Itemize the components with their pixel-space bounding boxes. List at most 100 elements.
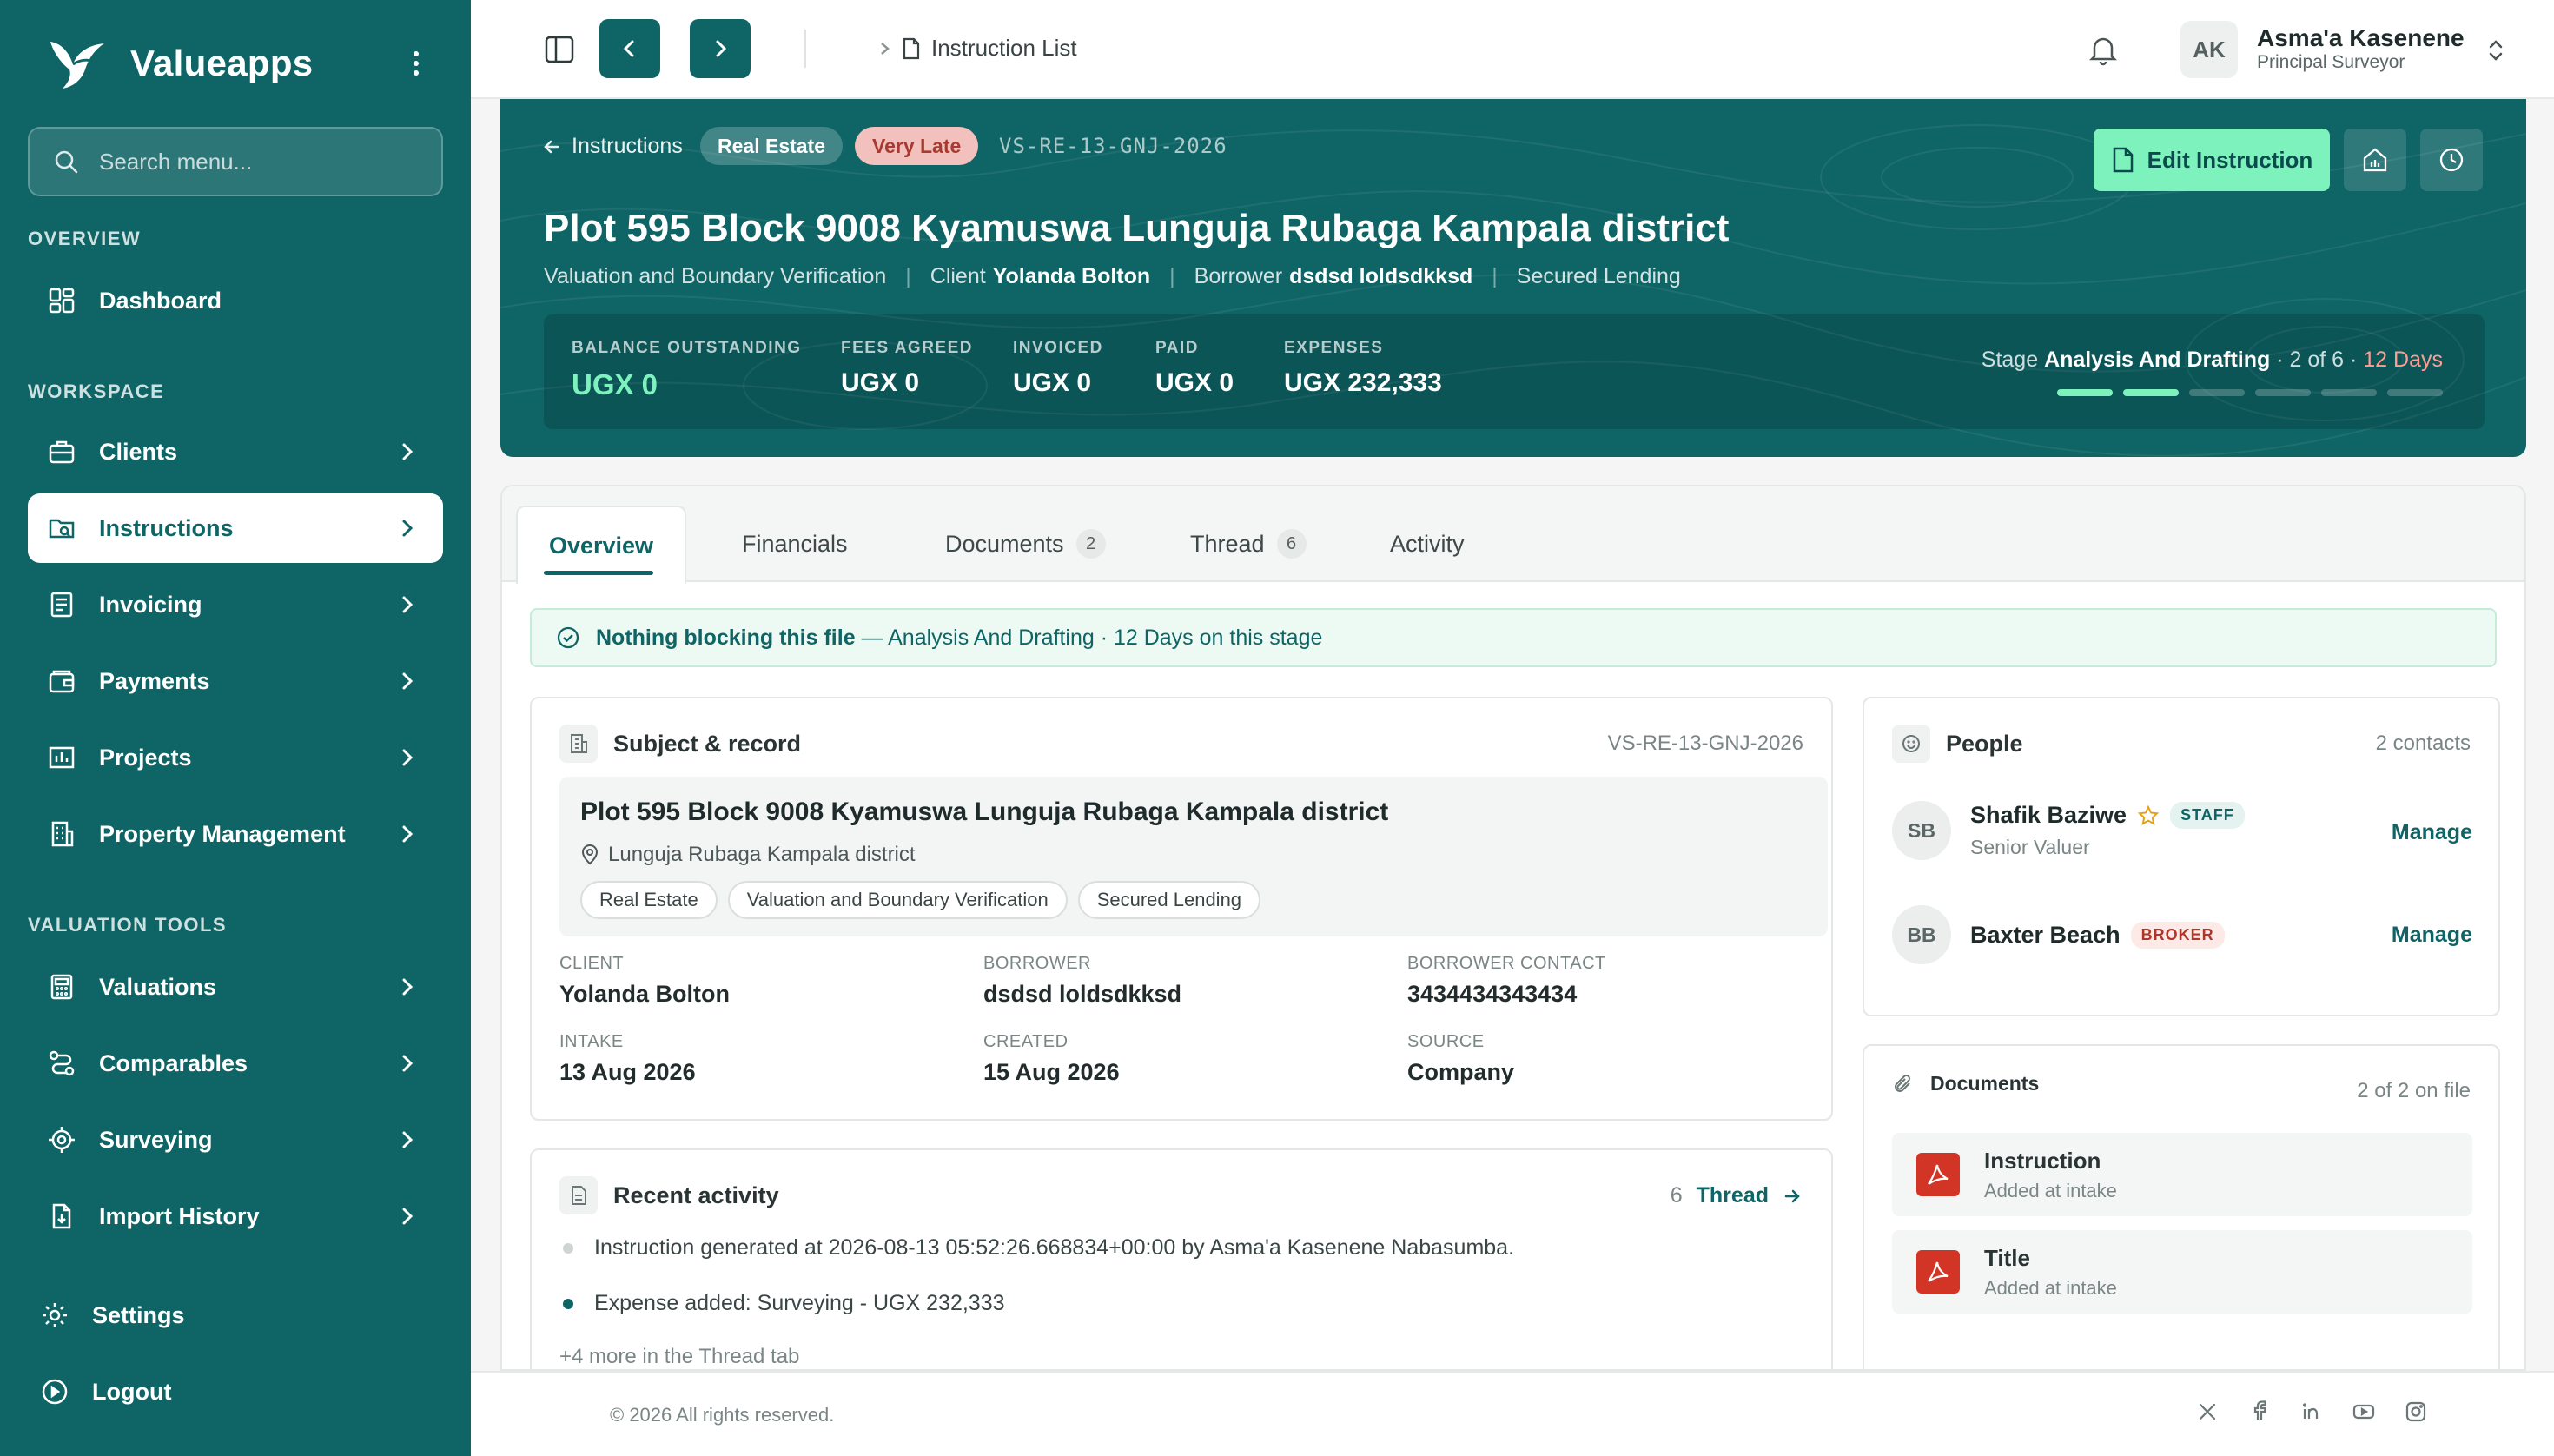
grid-icon bbox=[49, 288, 75, 314]
sidebar-item-label: Dashboard bbox=[99, 287, 222, 314]
sidebar-toggle-icon[interactable] bbox=[544, 35, 575, 64]
active-tab-indicator bbox=[544, 571, 653, 575]
chevron-right-icon bbox=[402, 1131, 414, 1148]
document-meta: Added at intake bbox=[1984, 1276, 2117, 1299]
tab-thread[interactable]: Thread 6 bbox=[1155, 506, 1341, 582]
stage-indicator: Stage Analysis And Drafting · 2 of 6 · 1… bbox=[1982, 347, 2443, 373]
brand[interactable]: Valueapps bbox=[47, 35, 313, 92]
sidebar-item-logout[interactable]: Logout bbox=[28, 1357, 443, 1426]
chevron-right-icon bbox=[881, 42, 890, 55]
document-row[interactable]: Instruction Added at intake bbox=[1892, 1133, 2472, 1216]
sidebar-item-payments[interactable]: Payments bbox=[28, 646, 443, 716]
document-row[interactable]: Title Added at intake bbox=[1892, 1230, 2472, 1314]
edit-instruction-button[interactable]: Edit Instruction bbox=[2094, 129, 2330, 191]
facebook-icon[interactable] bbox=[2248, 1400, 2271, 1423]
subject-location: Lunguja Rubaga Kampala district bbox=[580, 843, 916, 867]
people-heading: People bbox=[1946, 730, 2023, 757]
subject-tags: Real Estate Valuation and Boundary Verif… bbox=[580, 881, 1261, 919]
balance-value: UGX 0 bbox=[572, 368, 658, 400]
client-name[interactable]: Yolanda Bolton bbox=[993, 264, 1150, 289]
intake-field: INTAKE 13 Aug 2026 bbox=[559, 1032, 696, 1086]
manage-person-button[interactable]: Manage bbox=[2392, 923, 2472, 948]
linkedin-icon[interactable] bbox=[2300, 1400, 2323, 1423]
activity-item: Instruction generated at 2026-08-13 05:5… bbox=[559, 1235, 1514, 1261]
sidebar-item-label: Settings bbox=[92, 1301, 185, 1328]
star-icon[interactable] bbox=[2137, 804, 2160, 827]
sidebar-item-comparables[interactable]: Comparables bbox=[28, 1029, 443, 1098]
sidebar-item-settings[interactable]: Settings bbox=[28, 1281, 443, 1350]
expenses-label: EXPENSES bbox=[1284, 339, 1384, 357]
more-activity-link[interactable]: +4 more in the Thread tab bbox=[559, 1345, 799, 1369]
chevron-right-icon bbox=[402, 596, 414, 613]
tab-count-badge: 6 bbox=[1276, 529, 1307, 559]
manage-person-button[interactable]: Manage bbox=[2392, 820, 2472, 845]
section-valuation-tools: VALUATION TOOLS bbox=[28, 914, 228, 936]
sidebar-item-label: Projects bbox=[99, 744, 192, 771]
avatar: SB bbox=[1892, 801, 1951, 860]
chart-folder-icon bbox=[49, 746, 75, 769]
subject-reference: VS-RE-13-GNJ-2026 bbox=[1607, 731, 1803, 755]
activity-item: Expense added: Surveying - UGX 232,333 bbox=[559, 1291, 1005, 1316]
tab-activity[interactable]: Activity bbox=[1355, 506, 1499, 582]
briefcase-icon bbox=[49, 440, 75, 464]
person-row: BB Baxter Beach BROKER Manage bbox=[1892, 905, 2472, 964]
sidebar-item-clients[interactable]: Clients bbox=[28, 417, 443, 486]
back-button[interactable] bbox=[599, 19, 660, 78]
sidebar-menu-icon[interactable] bbox=[401, 49, 431, 78]
panel-heading: Subject & record bbox=[559, 725, 801, 763]
sidebar-item-instructions[interactable]: Instructions bbox=[28, 493, 443, 563]
tab-documents[interactable]: Documents 2 bbox=[910, 506, 1141, 582]
chevron-right-icon bbox=[402, 825, 414, 843]
folder-search-icon bbox=[49, 519, 75, 539]
instagram-icon[interactable] bbox=[2405, 1400, 2427, 1423]
documents-heading: Documents bbox=[1930, 1072, 2040, 1095]
sidebar-item-label: Valuations bbox=[99, 973, 217, 1000]
power-icon bbox=[42, 1379, 68, 1405]
document-meta: Added at intake bbox=[1984, 1179, 2117, 1201]
tab-financials[interactable]: Financials bbox=[707, 506, 883, 582]
chevron-right-icon bbox=[402, 672, 414, 690]
youtube-icon[interactable] bbox=[2352, 1400, 2375, 1423]
arrow-left-icon bbox=[544, 140, 559, 153]
tab-overview[interactable]: Overview bbox=[516, 506, 686, 584]
search-menu-input[interactable] bbox=[99, 148, 429, 175]
document-name: Title bbox=[1984, 1244, 2030, 1271]
property-button[interactable] bbox=[2344, 129, 2406, 191]
activity-heading: Recent activity bbox=[613, 1181, 779, 1208]
sidebar-item-dashboard[interactable]: Dashboard bbox=[28, 266, 443, 335]
created-field: CREATED 15 Aug 2026 bbox=[983, 1032, 1120, 1086]
client-field: CLIENT Yolanda Bolton bbox=[559, 954, 730, 1008]
role-badge: STAFF bbox=[2170, 802, 2245, 829]
stage-segment bbox=[2387, 389, 2443, 396]
document-icon bbox=[559, 1176, 598, 1214]
smile-icon bbox=[1892, 725, 1930, 763]
breadcrumb-current[interactable]: Instruction List bbox=[931, 35, 1077, 62]
history-button[interactable] bbox=[2420, 129, 2483, 191]
sidebar-item-property-management[interactable]: Property Management bbox=[28, 799, 443, 869]
sidebar-item-import-history[interactable]: Import History bbox=[28, 1181, 443, 1251]
people-panel: People 2 contacts SB Shafik Baziwe STAFF… bbox=[1863, 697, 2500, 1016]
activity-text: Instruction generated at 2026-08-13 05:5… bbox=[594, 1235, 1515, 1260]
sidebar-item-invoicing[interactable]: Invoicing bbox=[28, 570, 443, 639]
forward-button[interactable] bbox=[690, 19, 751, 78]
x-icon[interactable] bbox=[2196, 1400, 2219, 1423]
avatar[interactable]: AK bbox=[2180, 21, 2238, 78]
alert-detail: — Analysis And Drafting · 12 Days on thi… bbox=[861, 625, 1323, 650]
user-name[interactable]: Asma'a Kasenene bbox=[2257, 24, 2465, 52]
back-to-instructions-link[interactable]: Instructions bbox=[542, 134, 683, 159]
sidebar-item-valuations[interactable]: Valuations bbox=[28, 952, 443, 1022]
person-name: Shafik Baziwe bbox=[1970, 802, 2127, 828]
sidebar-item-projects[interactable]: Projects bbox=[28, 723, 443, 792]
bell-icon[interactable] bbox=[2087, 33, 2120, 66]
sidebar-item-label: Invoicing bbox=[99, 591, 202, 618]
invoiced-label: INVOICED bbox=[1013, 339, 1103, 357]
chevron-up-down-icon[interactable] bbox=[2485, 36, 2507, 64]
balance-outstanding: BALANCE OUTSTANDING UGX 0 bbox=[572, 339, 802, 401]
social-links bbox=[2196, 1400, 2427, 1423]
search-menu-field[interactable] bbox=[28, 127, 443, 196]
thread-link[interactable]: 6 Thread bbox=[1671, 1183, 1802, 1208]
tab-count-badge: 2 bbox=[1075, 529, 1106, 559]
sidebar-item-surveying[interactable]: Surveying bbox=[28, 1105, 443, 1175]
timeline-dot bbox=[563, 1298, 573, 1309]
divider bbox=[804, 30, 806, 68]
